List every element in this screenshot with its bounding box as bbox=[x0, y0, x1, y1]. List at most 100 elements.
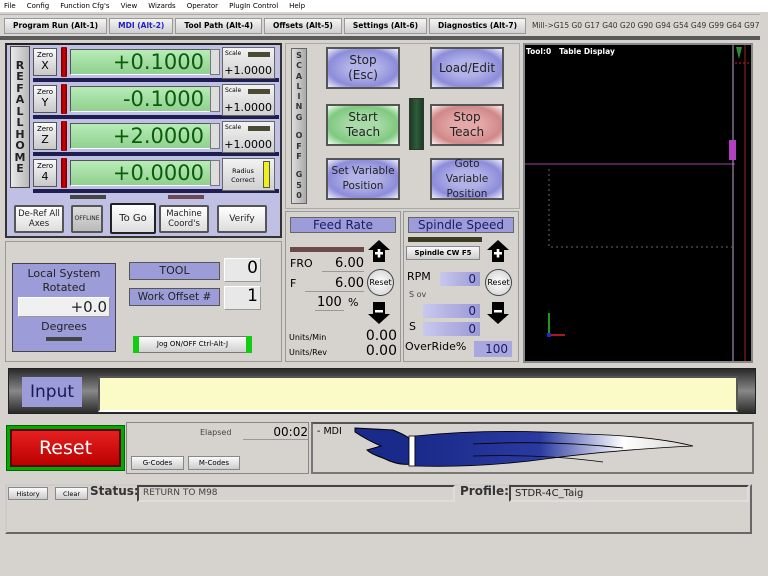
scale-y-led bbox=[248, 89, 270, 94]
menu-item-config[interactable]: Config bbox=[27, 2, 49, 10]
dro-z-value[interactable]: +2.0000 bbox=[70, 123, 217, 149]
status-label: Status: bbox=[90, 484, 139, 498]
clear-button[interactable]: Clear bbox=[55, 487, 88, 500]
spindle-increase-icon[interactable] bbox=[487, 240, 509, 262]
jog-toggle-button[interactable]: Jog ON/OFF Ctrl-Alt-J bbox=[133, 336, 252, 353]
override-value[interactable]: 100 bbox=[474, 341, 512, 357]
z-pointer bbox=[736, 47, 742, 59]
menu-item-function-cfg-s[interactable]: Function Cfg's bbox=[60, 2, 109, 10]
history-button[interactable]: History bbox=[8, 487, 48, 500]
scale-x-box[interactable]: Scale +1.0000 bbox=[222, 47, 275, 79]
m-codes-button[interactable]: M-Codes bbox=[188, 456, 240, 470]
menu-bar: File Config Function Cfg's View Wizards Opera… bbox=[0, 0, 768, 12]
scaling-letter: F bbox=[296, 151, 302, 161]
work-offset-value[interactable]: 1 bbox=[224, 286, 261, 310]
fro-value[interactable]: 6.00 bbox=[322, 256, 364, 272]
jog-led-right bbox=[246, 336, 252, 353]
feed-reset-button[interactable]: Reset bbox=[367, 269, 394, 296]
spindle-cw-button[interactable]: Spindle CW F5 bbox=[406, 246, 480, 260]
menu-item-view[interactable]: View bbox=[121, 2, 138, 10]
dro-y-value[interactable]: -0.1000 bbox=[70, 86, 217, 112]
menu-item-operator[interactable]: Operator bbox=[187, 2, 218, 10]
units-min-value: 0.00 bbox=[365, 328, 397, 344]
deref-all-axes-button[interactable]: De-Ref All Axes bbox=[14, 205, 64, 233]
tool-value[interactable]: 0 bbox=[224, 258, 261, 282]
table-boundary bbox=[548, 169, 733, 248]
feed-override-bar bbox=[290, 247, 364, 252]
reset-button[interactable]: Reset bbox=[10, 429, 121, 467]
mode-panel: - MDI bbox=[311, 422, 754, 474]
set-variable-position-button[interactable]: Set Variable Position bbox=[326, 158, 400, 200]
zero-y-button[interactable]: Zero Y bbox=[33, 85, 57, 113]
ref-all-home-letter: E bbox=[16, 70, 24, 83]
spindle-led bbox=[408, 237, 482, 242]
origin-indicator bbox=[547, 333, 551, 337]
units-min-label: Units/Min bbox=[289, 333, 327, 342]
offline-button[interactable]: OFFLINE bbox=[71, 205, 103, 233]
input-label: Input bbox=[22, 377, 82, 407]
zero-x-button[interactable]: Zero X bbox=[33, 48, 57, 76]
zero-4-button[interactable]: Zero 4 bbox=[33, 159, 57, 187]
tab-settings[interactable]: Settings (Alt-6) bbox=[343, 17, 428, 34]
scaling-letter: 0 bbox=[296, 190, 302, 200]
feed-decrease-icon[interactable] bbox=[368, 302, 390, 324]
menu-item-file[interactable]: File bbox=[4, 2, 16, 10]
tab-bar: Program Run (Alt-1) MDI (Alt-2) Tool Pat… bbox=[0, 14, 760, 36]
feed-increase-icon[interactable] bbox=[368, 240, 390, 262]
scale-y-box[interactable]: Scale +1.0000 bbox=[222, 84, 275, 116]
dro-4-slot bbox=[210, 160, 220, 186]
start-teach-button[interactable]: Start Teach bbox=[326, 104, 400, 146]
ref-all-home-letter: L bbox=[16, 116, 24, 129]
dro-y-slot bbox=[210, 86, 220, 112]
tab-tool-path[interactable]: Tool Path (Alt-4) bbox=[175, 17, 263, 34]
scaling-letter: I bbox=[297, 92, 301, 102]
dro-4-value[interactable]: +0.0000 bbox=[70, 160, 217, 186]
to-go-button[interactable]: To Go bbox=[110, 203, 156, 234]
mdi-input-field[interactable] bbox=[98, 376, 738, 412]
menu-item-plugin-control[interactable]: PlugIn Control bbox=[229, 2, 278, 10]
stop-teach-button[interactable]: Stop Teach bbox=[430, 104, 504, 146]
radius-correct-box[interactable]: Radius Correct bbox=[222, 158, 275, 191]
work-offset-label: Work Offset # bbox=[129, 288, 220, 306]
menu-item-help[interactable]: Help bbox=[289, 2, 305, 10]
tab-program-run[interactable]: Program Run (Alt-1) bbox=[4, 17, 108, 34]
g-codes-button[interactable]: G-Codes bbox=[131, 456, 184, 470]
machine-coord-led bbox=[168, 195, 204, 199]
verify-button[interactable]: Verify bbox=[217, 205, 267, 233]
scaling-letter: C bbox=[296, 61, 302, 71]
scaling-letter: G bbox=[295, 112, 303, 122]
s-value: 0 bbox=[423, 322, 480, 336]
stop-button[interactable]: Stop (Esc) bbox=[326, 47, 400, 89]
tab-mdi[interactable]: MDI (Alt-2) bbox=[109, 17, 174, 34]
menu-item-wizards[interactable]: Wizards bbox=[148, 2, 176, 10]
status-message: RETURN TO M98 bbox=[137, 485, 455, 502]
rotation-value[interactable]: +0.0 bbox=[18, 297, 110, 317]
sov-label: S ov bbox=[409, 290, 427, 299]
spindle-speed-title: Spindle Speed bbox=[408, 217, 514, 233]
f-value[interactable]: 6.00 bbox=[305, 276, 364, 292]
spindle-decrease-icon[interactable] bbox=[487, 302, 509, 324]
tab-diagnostics[interactable]: Diagnostics (Alt-7) bbox=[429, 17, 527, 34]
dro-x-value[interactable]: +0.1000 bbox=[70, 49, 217, 75]
s-label: S bbox=[409, 320, 416, 333]
goto-variable-position-button[interactable]: Goto Variable Position bbox=[430, 158, 504, 200]
scaling-letter: N bbox=[295, 102, 303, 112]
spindle-reset-button[interactable]: Reset bbox=[485, 269, 512, 296]
axis-x-ref-led bbox=[61, 47, 67, 77]
scale-z-box[interactable]: Scale +1.0000 bbox=[222, 121, 275, 153]
load-edit-button[interactable]: Load/Edit bbox=[430, 47, 504, 89]
ref-all-home-button[interactable]: REFALLHOME bbox=[10, 46, 30, 188]
zero-z-button[interactable]: Zero Z bbox=[33, 122, 57, 150]
tab-offsets[interactable]: Offsets (Alt-5) bbox=[264, 17, 342, 34]
rpm-label: RPM bbox=[407, 270, 431, 283]
ref-all-home-letter: E bbox=[16, 162, 24, 175]
scaling-letter: A bbox=[295, 71, 303, 81]
scaling-letter: G bbox=[295, 170, 303, 180]
axis-4-ref-led bbox=[61, 158, 67, 188]
toolpath-display[interactable] bbox=[523, 43, 753, 363]
separator bbox=[0, 36, 760, 40]
feed-rate-title: Feed Rate bbox=[290, 217, 396, 233]
machine-coords-button[interactable]: Machine Coord's bbox=[159, 205, 209, 233]
teach-indicator bbox=[409, 98, 424, 150]
reset-frame: Reset bbox=[6, 425, 125, 471]
